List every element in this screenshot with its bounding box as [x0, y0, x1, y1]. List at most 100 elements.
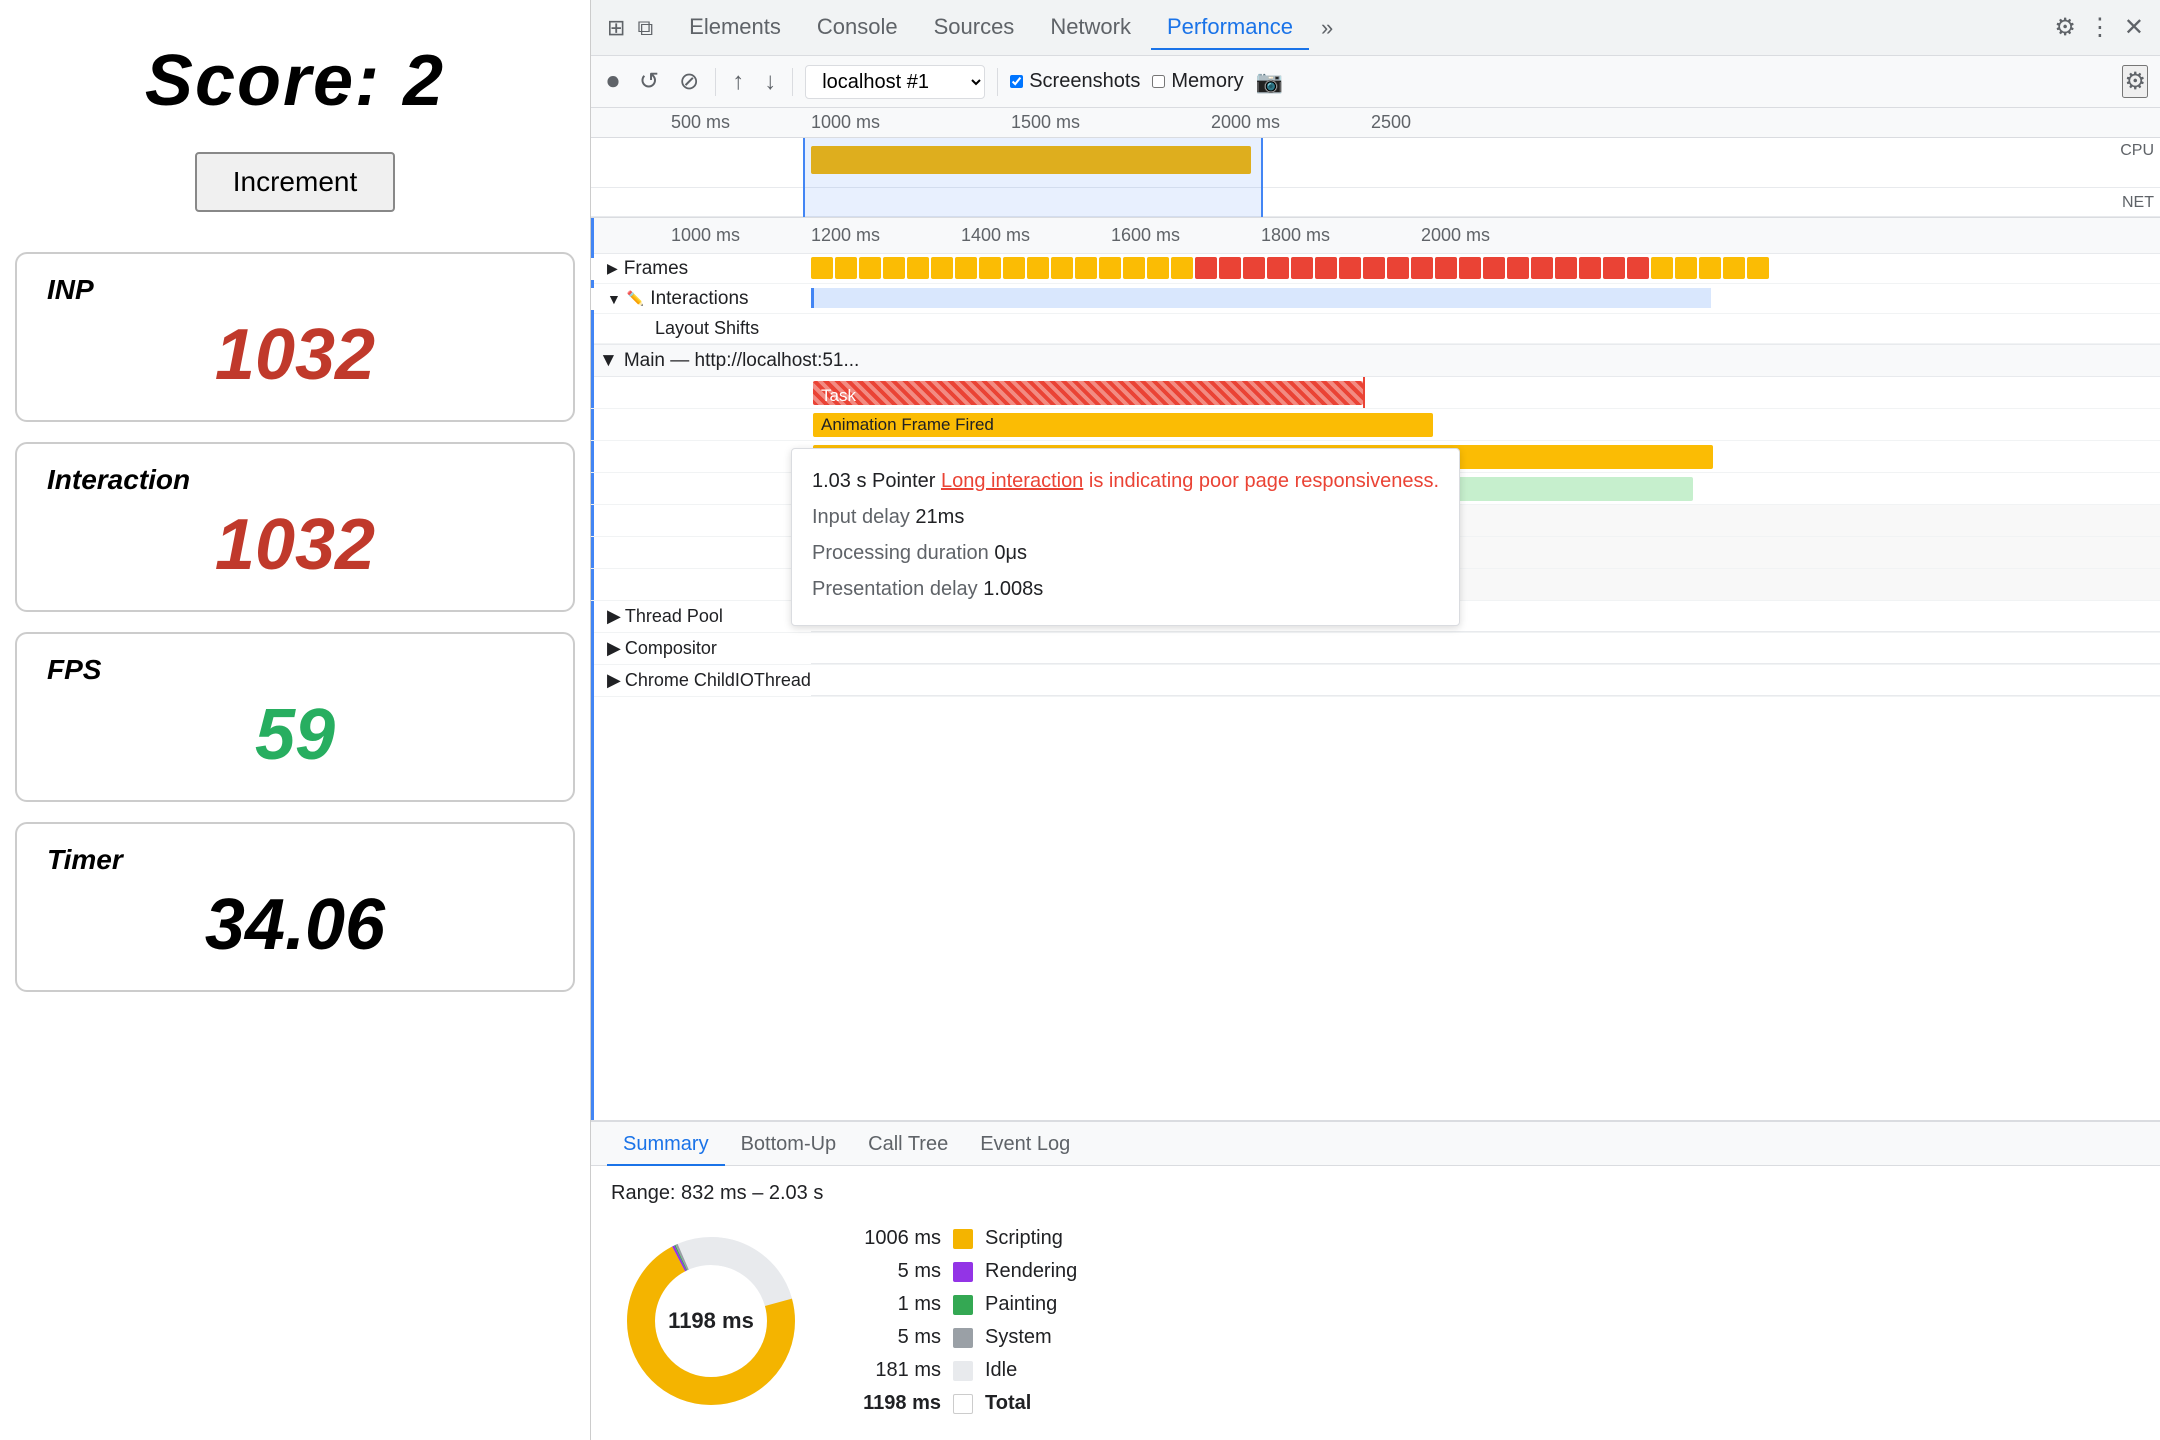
frame-block: [835, 257, 857, 279]
compositor-row: ▶ Compositor: [591, 633, 2160, 665]
legend-name-scripting: Scripting: [985, 1227, 1063, 1250]
frame-block: [1075, 257, 1097, 279]
toolbar-separator-2: [792, 68, 793, 96]
clear-button[interactable]: ⊘: [675, 63, 703, 100]
legend-ms-total: 1198 ms: [851, 1392, 941, 1415]
dock-icon[interactable]: ⊞: [607, 15, 625, 41]
frame-block: [1411, 257, 1433, 279]
tooltip-link[interactable]: Long interaction: [941, 470, 1083, 492]
thread-pool-label[interactable]: ▶ Thread Pool: [591, 606, 811, 627]
left-panel: Score: 2 Increment INP 1032 Interaction …: [0, 0, 590, 1440]
interactions-chevron: ▼: [607, 291, 621, 307]
legend-row-system: 5 msSystem: [851, 1326, 1077, 1349]
frame-block: [1435, 257, 1457, 279]
more-icon[interactable]: ⋮: [2088, 13, 2112, 42]
tab-overflow[interactable]: »: [1313, 11, 1341, 45]
legend-color-idle: [953, 1361, 973, 1381]
frame-block: [1699, 257, 1721, 279]
interactions-label[interactable]: ▼ ✏️ Interactions: [591, 288, 811, 310]
cpu-label: CPU: [2120, 142, 2154, 160]
frame-block: [931, 257, 953, 279]
frame-block: [1363, 257, 1385, 279]
compositor-content: [811, 633, 2160, 664]
tooltip-warning: is indicating poor page responsiveness.: [1089, 470, 1439, 492]
tooltip-input-delay-val: 21ms: [915, 506, 964, 528]
tooltip-header: 1.03 s Pointer Long interaction is indic…: [812, 465, 1439, 497]
animation-frame-bar[interactable]: Animation Frame Fired: [813, 413, 1433, 437]
main-thread-header[interactable]: ▼ Main — http://localhost:51...: [591, 345, 2160, 377]
tab-summary[interactable]: Summary: [607, 1125, 725, 1166]
upload-button[interactable]: ↑: [728, 64, 748, 100]
frame-block: [1651, 257, 1673, 279]
frame-block: [1051, 257, 1073, 279]
tooltip-processing-value: 0μs: [994, 542, 1027, 564]
legend-name-total: Total: [985, 1392, 1031, 1415]
donut-chart: 1198 ms: [611, 1221, 811, 1421]
layout-shifts-row: Layout Shifts: [591, 314, 2160, 344]
tab-network[interactable]: Network: [1034, 6, 1147, 50]
download-button[interactable]: ↓: [760, 64, 780, 100]
timeline-overview[interactable]: 500 ms 1000 ms 1500 ms 2000 ms 2500 CPU …: [591, 108, 2160, 218]
interactions-content[interactable]: [811, 284, 2160, 313]
detail-time-1200: 1200 ms: [811, 225, 880, 246]
frame-block: [1603, 257, 1625, 279]
frame-block: [979, 257, 1001, 279]
detail-time-2000: 2000 ms: [1421, 225, 1490, 246]
legend-color-rendering: [953, 1262, 973, 1282]
toolbar-gear-button[interactable]: ⚙: [2122, 65, 2148, 98]
metric-card-timer: Timer 34.06: [15, 822, 575, 992]
detail-time-1000: 1000 ms: [671, 225, 740, 246]
selection-overlay[interactable]: [803, 138, 1263, 218]
close-icon[interactable]: ✕: [2124, 13, 2144, 42]
layout-shifts-label[interactable]: Layout Shifts: [623, 318, 843, 339]
session-select[interactable]: localhost #1: [805, 65, 985, 99]
anim-frame-content: Animation Frame Fired: [811, 409, 2160, 440]
legend-row-rendering: 5 msRendering: [851, 1260, 1077, 1283]
memory-checkbox[interactable]: [1152, 75, 1165, 88]
frame-block: [907, 257, 929, 279]
tab-sources[interactable]: Sources: [918, 6, 1031, 50]
time-1000: 1000 ms: [811, 112, 880, 133]
tooltip-time: 1.03 s: [812, 470, 866, 492]
main-thread-label: Main — http://localhost:51...: [624, 350, 860, 372]
metric-card-interaction: Interaction 1032: [15, 442, 575, 612]
memory-checkbox-label[interactable]: Memory: [1152, 70, 1243, 93]
record-button[interactable]: ⏺: [603, 64, 623, 100]
legend-ms-system: 5 ms: [851, 1326, 941, 1349]
animation-frame-label: Animation Frame Fired: [821, 415, 994, 435]
frame-block: [1507, 257, 1529, 279]
frame-block: [883, 257, 905, 279]
timeline-main[interactable]: 1000 ms 1200 ms 1400 ms 1600 ms 1800 ms …: [591, 218, 2160, 1120]
task-bar[interactable]: Task: [813, 381, 1363, 405]
capture-icon[interactable]: 📷: [1256, 69, 1283, 95]
metric-label-timer: Timer: [47, 844, 543, 876]
reload-button[interactable]: ↺: [635, 63, 663, 100]
legend-ms-painting: 1 ms: [851, 1293, 941, 1316]
thread-pool-text: Thread Pool: [625, 606, 723, 627]
increment-button[interactable]: Increment: [195, 152, 396, 212]
tab-elements[interactable]: Elements: [673, 6, 797, 50]
undock-icon[interactable]: ⧉: [637, 15, 653, 41]
tab-call-tree[interactable]: Call Tree: [852, 1125, 964, 1166]
tab-bottom-up[interactable]: Bottom-Up: [725, 1125, 853, 1166]
screenshots-checkbox[interactable]: [1010, 75, 1023, 88]
metric-card-fps: FPS 59: [15, 632, 575, 802]
screenshots-checkbox-label[interactable]: Screenshots: [1010, 70, 1140, 93]
tab-performance[interactable]: Performance: [1151, 6, 1309, 50]
summary-area: 1198 ms 1006 msScripting5 msRendering1 m…: [611, 1221, 2140, 1421]
settings-icon[interactable]: ⚙: [2054, 13, 2076, 42]
layout-shifts-content: [843, 314, 2160, 343]
compositor-label[interactable]: ▶ Compositor: [591, 638, 811, 659]
donut-center-label: 1198 ms: [668, 1308, 754, 1334]
interactions-text: Interactions: [650, 288, 748, 310]
chrome-child-label[interactable]: ▶ Chrome ChildIOThread: [591, 670, 811, 691]
frame-block: [1171, 257, 1193, 279]
devtools-toolbar: ⏺ ↺ ⊘ ↑ ↓ localhost #1 Screenshots Memor…: [591, 56, 2160, 108]
metric-cards: INP 1032 Interaction 1032 FPS 59 Timer 3…: [15, 252, 575, 1012]
tab-console[interactable]: Console: [801, 6, 914, 50]
score-title: Score: 2: [145, 40, 445, 122]
metric-value-inp: 1032: [47, 314, 543, 396]
frames-label[interactable]: ▶ Frames: [591, 258, 811, 280]
task-content: Task: [811, 377, 2160, 408]
tab-event-log[interactable]: Event Log: [964, 1125, 1086, 1166]
